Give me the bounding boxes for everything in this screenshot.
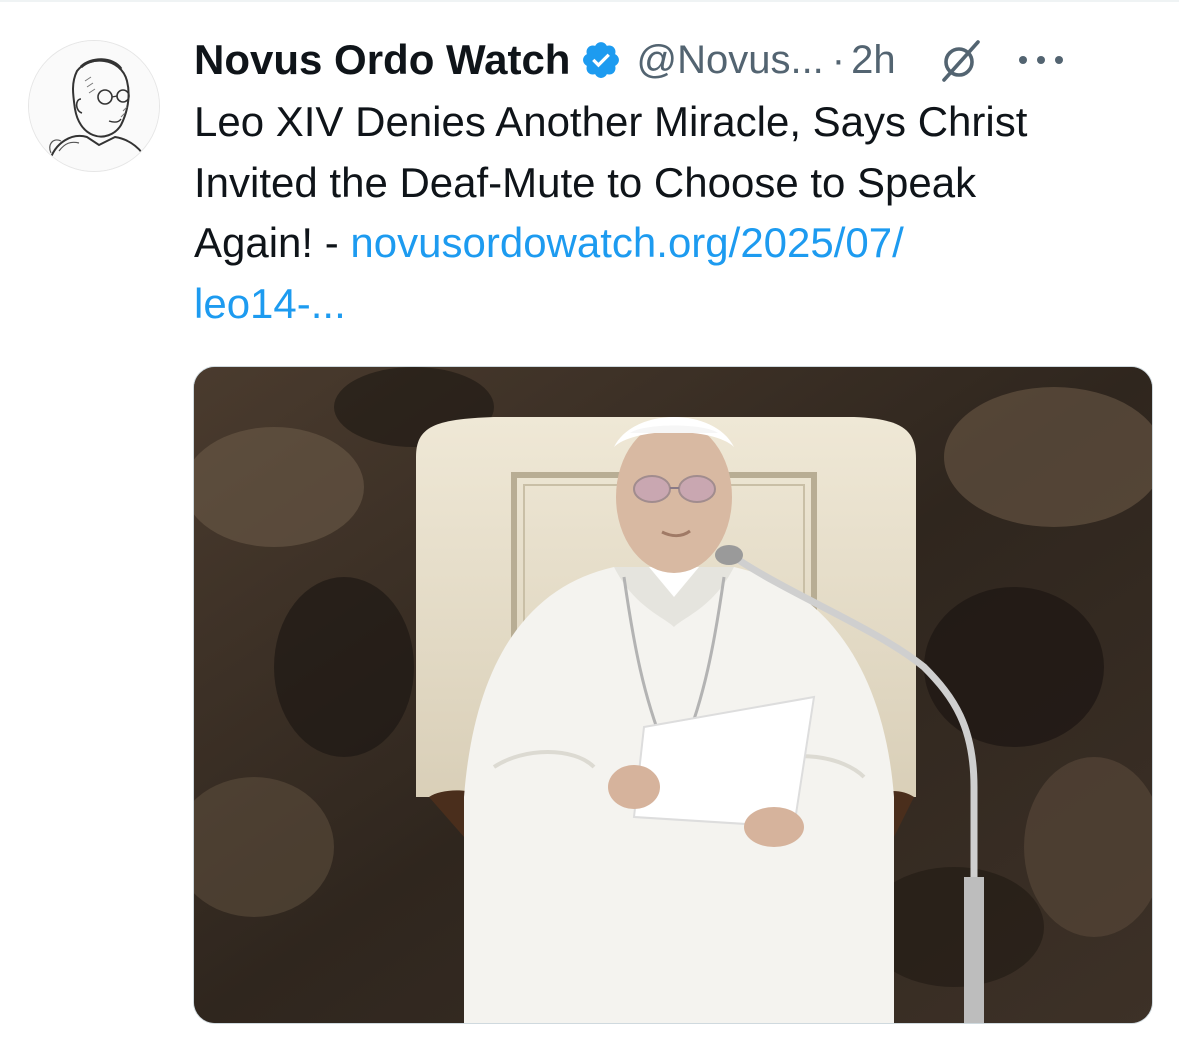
more-options-icon[interactable] bbox=[1016, 50, 1066, 70]
tweet-text-line: Invited the Deaf-Mute to Choose to Speak bbox=[194, 158, 977, 206]
verified-badge-icon[interactable] bbox=[580, 39, 622, 81]
handle[interactable]: @Novus... bbox=[636, 38, 823, 83]
tweet-link-continuation: leo14-... bbox=[194, 274, 1169, 335]
separator-dot: · bbox=[831, 37, 846, 82]
tweet-header: Novus Ordo Watch @Novus... · 2h bbox=[194, 30, 1159, 90]
tweet-text: Leo XIV Denies Another Miracle, Says Chr… bbox=[194, 92, 1169, 334]
top-divider bbox=[0, 0, 1179, 2]
timestamp[interactable]: 2h bbox=[851, 38, 896, 83]
tweet-media-photo[interactable] bbox=[193, 366, 1153, 1024]
grok-icon[interactable] bbox=[936, 36, 984, 84]
tweet-text-line: Again! - bbox=[194, 219, 351, 266]
avatar-portrait-icon bbox=[29, 41, 159, 171]
photo-image bbox=[194, 367, 1152, 1023]
tweet-link-end[interactable]: leo14-... bbox=[194, 280, 346, 327]
tweet-text-line: Leo XIV Denies Another Miracle, Says Chr… bbox=[194, 98, 1028, 145]
tweet-text-line-with-link: Again! - novusordowatch.org/2025/07/ bbox=[194, 213, 1169, 274]
avatar[interactable] bbox=[28, 40, 160, 172]
display-name[interactable]: Novus Ordo Watch bbox=[194, 36, 570, 84]
tweet-link[interactable]: novusordowatch.org/2025/07/ bbox=[350, 219, 903, 266]
